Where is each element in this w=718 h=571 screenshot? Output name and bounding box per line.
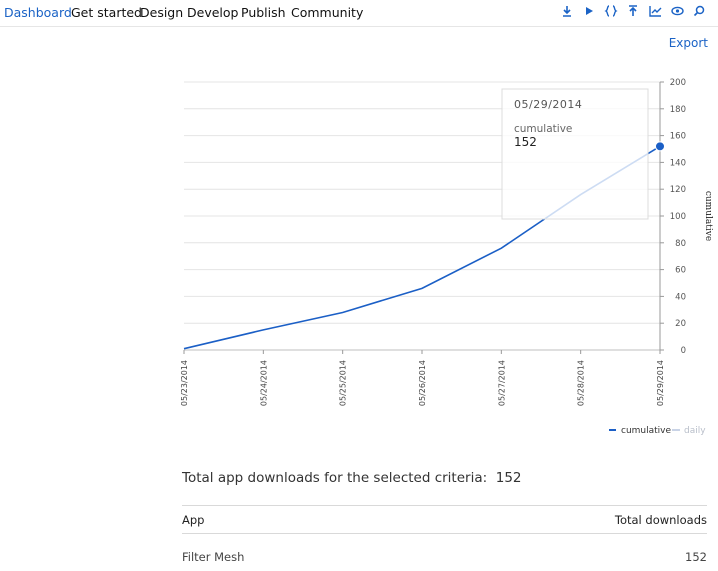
- app-name-cell: Filter Mesh: [182, 550, 245, 564]
- tooltip-date: 05/29/2014: [514, 98, 582, 111]
- y-tick-label: 200: [670, 78, 686, 88]
- downloads-table: App Total downloads Filter Mesh 152: [182, 505, 707, 564]
- y-tick-label: 80: [675, 239, 686, 249]
- y-tick-label: 20: [675, 319, 686, 329]
- table-header: App Total downloads: [182, 505, 707, 534]
- summary-value: 152: [495, 470, 522, 486]
- downloads-chart: 0 20 40 60 80 100 120 140 160 180 200 cumulative 05/…: [180, 78, 713, 436]
- y-tick-label: 0: [681, 346, 686, 356]
- column-header-total-downloads[interactable]: Total downloads: [615, 513, 707, 527]
- x-tick-label: 05/24/2014: [259, 360, 268, 406]
- y-tick-label: 120: [670, 185, 686, 195]
- summary-label: Total app downloads for the selected cri…: [182, 470, 488, 486]
- total-downloads-cell: 152: [685, 550, 707, 564]
- y-tick-label: 180: [670, 105, 686, 115]
- y-tick-label: 60: [675, 266, 686, 276]
- downloads-summary: Total app downloads for the selected cri…: [182, 470, 522, 486]
- legend-label-cumulative: cumulative: [621, 426, 671, 436]
- x-tick-label: 05/28/2014: [577, 360, 586, 406]
- x-tick-label: 05/23/2014: [180, 360, 189, 406]
- x-tick-label: 05/27/2014: [497, 360, 506, 406]
- x-tick-label: 05/26/2014: [418, 360, 427, 406]
- tooltip-value: 152: [514, 135, 537, 149]
- y-axis-label: cumulative: [703, 191, 713, 241]
- highlighted-data-point: [655, 141, 665, 152]
- legend-label-daily: daily: [684, 426, 706, 436]
- x-tick-label: 05/25/2014: [339, 360, 348, 406]
- y-tick-label: 100: [670, 212, 686, 222]
- y-tick-label: 140: [670, 158, 686, 168]
- table-row: Filter Mesh 152: [182, 534, 707, 564]
- y-tick-label: 40: [675, 292, 686, 302]
- column-header-app[interactable]: App: [182, 513, 204, 527]
- tooltip-series-label: cumulative: [514, 123, 572, 135]
- x-tick-label: 05/29/2014: [656, 360, 665, 406]
- y-tick-label: 160: [670, 132, 686, 142]
